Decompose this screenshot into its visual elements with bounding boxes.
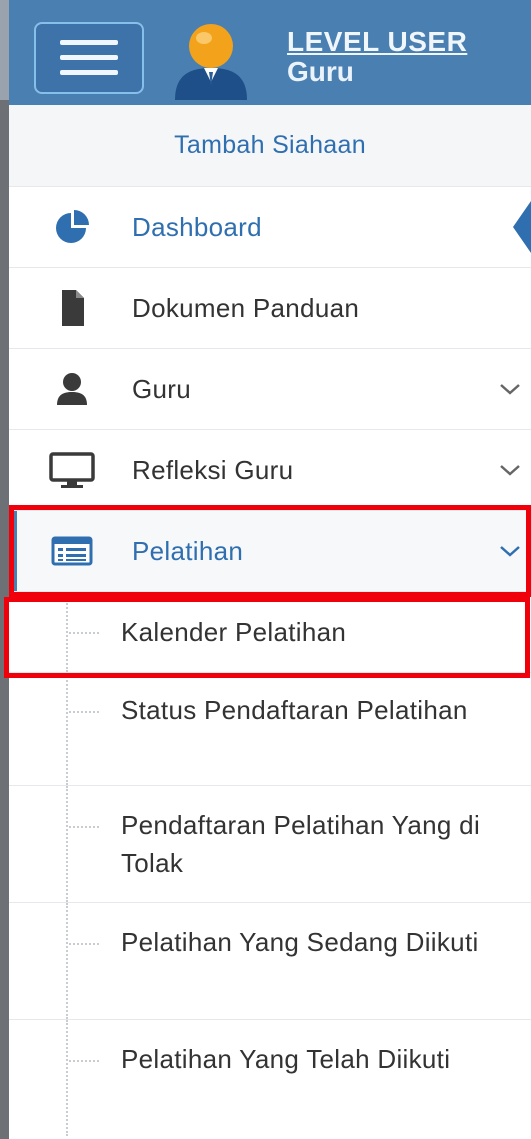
submenu-item-telah-diikuti[interactable]: Pelatihan Yang Telah Diikuti	[9, 1020, 531, 1136]
submenu-item-label: Pelatihan Yang Sedang Diikuti	[121, 927, 479, 957]
tree-branch	[69, 1060, 99, 1062]
user-icon	[57, 373, 87, 405]
submenu-item-label: Pendaftaran Pelatihan Yang di Tolak	[121, 810, 481, 878]
user-level-title[interactable]: LEVEL USER	[287, 26, 467, 58]
tree-line	[66, 786, 68, 902]
hamburger-line	[60, 55, 118, 60]
window-edge-top	[0, 0, 9, 100]
sidebar-item-dokumen-panduan[interactable]: Dokumen Panduan	[9, 268, 531, 349]
hamburger-menu-button[interactable]	[34, 22, 144, 94]
submenu-item-kalender-pelatihan[interactable]: Kalender Pelatihan	[9, 592, 531, 673]
tree-branch	[69, 826, 99, 828]
tree-branch	[69, 632, 99, 634]
sidebar-item-label: Guru	[132, 373, 192, 404]
submenu-item-sedang-diikuti[interactable]: Pelatihan Yang Sedang Diikuti	[9, 903, 531, 1020]
pie-chart-icon	[56, 210, 89, 243]
tree-branch	[69, 943, 99, 945]
document-icon	[62, 290, 84, 326]
tree-branch	[69, 711, 99, 713]
chevron-down-icon[interactable]	[499, 544, 521, 558]
user-avatar-icon	[175, 24, 247, 100]
chevron-down-icon[interactable]	[499, 463, 521, 477]
hamburger-line	[60, 70, 118, 75]
add-user-link-row: Tambah Siahaan	[9, 105, 531, 187]
sidebar-header: LEVEL USER Guru	[9, 0, 531, 105]
sidebar-item-pelatihan[interactable]: Pelatihan	[9, 511, 531, 592]
add-user-link[interactable]: Tambah Siahaan	[174, 131, 366, 160]
hamburger-line	[60, 40, 118, 45]
submenu-item-label: Kalender Pelatihan	[121, 617, 347, 647]
sidebar-item-label: Refleksi Guru	[132, 454, 294, 485]
sidebar-item-label: Dashboard	[132, 211, 262, 242]
monitor-icon	[49, 452, 95, 488]
sidebar-item-dashboard[interactable]: Dashboard	[9, 187, 531, 268]
tree-line	[66, 1020, 68, 1136]
sidebar-item-refleksi-guru[interactable]: Refleksi Guru	[9, 430, 531, 511]
sidebar-menu: Tambah Siahaan Dashboard Dokumen Panduan…	[9, 105, 531, 1136]
submenu-item-status-pendaftaran[interactable]: Status Pendaftaran Pelatihan	[9, 673, 531, 786]
chevron-down-icon[interactable]	[499, 382, 521, 396]
submenu-item-label: Status Pendaftaran Pelatihan	[121, 695, 468, 725]
tree-line	[66, 903, 68, 1019]
submenu-item-pendaftaran-ditolak[interactable]: Pendaftaran Pelatihan Yang di Tolak	[9, 786, 531, 903]
user-role: Guru	[287, 56, 354, 87]
sidebar-item-guru[interactable]: Guru	[9, 349, 531, 430]
tree-line	[66, 592, 68, 672]
sidebar-item-label: Pelatihan	[132, 535, 244, 566]
submenu-item-label: Pelatihan Yang Telah Diikuti	[121, 1044, 451, 1074]
list-icon	[51, 536, 93, 566]
window-edge	[0, 0, 9, 1139]
sidebar-item-label: Dokumen Panduan	[132, 292, 360, 323]
tree-line	[66, 673, 68, 785]
active-indicator	[513, 201, 531, 253]
